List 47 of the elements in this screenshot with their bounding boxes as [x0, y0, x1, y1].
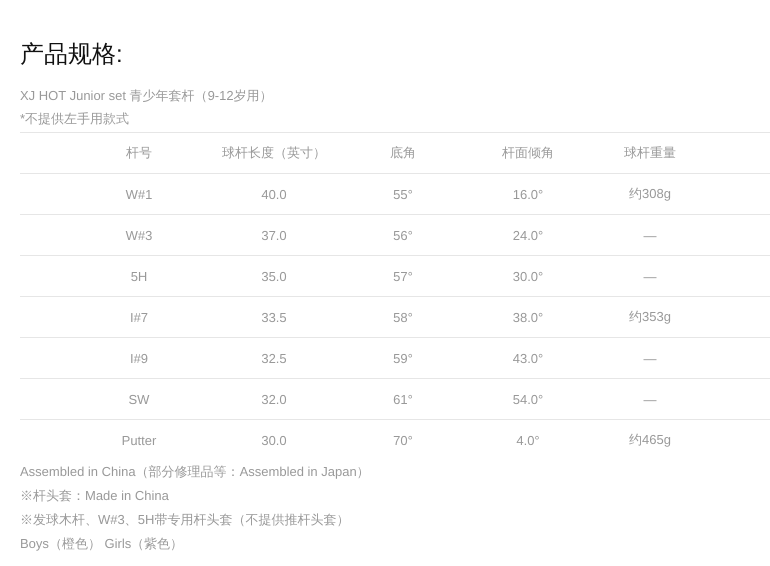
page-heading: 产品规格:	[20, 40, 124, 70]
table-cell: W#1	[126, 186, 152, 202]
table-cell: 61°	[393, 392, 413, 406]
table-cell: 37.0	[261, 228, 287, 242]
table-cell: 约465g	[629, 431, 671, 449]
note-text: Boys（橙色） Girls（紫色）	[20, 535, 184, 553]
note-text: ※杆头套：Made in China	[20, 487, 169, 505]
table-cell: —	[644, 392, 656, 406]
table-cell: Putter	[122, 432, 156, 448]
table-cell: 5H	[130, 268, 148, 284]
intro-text: XJ HOT Junior set 青少年套杆（9-12岁用）	[20, 87, 273, 105]
column-header: 球杆长度（英寸）	[222, 144, 326, 162]
table-cell: —	[644, 350, 656, 366]
table-cell: —	[644, 228, 656, 242]
table-cell: 70°	[393, 432, 413, 448]
table-cell: 57°	[393, 268, 413, 284]
intro-text: *不提供左手用款式	[20, 110, 130, 128]
table-cell: 30.0°	[512, 268, 544, 284]
table-cell: W#3	[126, 228, 152, 242]
table-cell: 56°	[393, 228, 413, 242]
table-cell: 约353g	[629, 308, 671, 326]
column-header: 杆号	[126, 144, 152, 162]
table-cell: 32.5	[261, 350, 287, 366]
table-cell: SW	[128, 392, 150, 406]
table-cell: 4.0°	[516, 432, 540, 448]
table-cell: 58°	[393, 310, 413, 324]
table-cell: 40.0	[261, 186, 287, 202]
table-cell: —	[644, 268, 656, 284]
table-cell: 24.0°	[512, 228, 544, 242]
table-cell: 16.0°	[512, 186, 544, 202]
table-cell: 35.0	[261, 268, 287, 284]
column-header: 杆面倾角	[502, 144, 554, 162]
note-text: ※发球木杆、W#3、5H带专用杆头套（不提供推杆头套）	[20, 511, 350, 529]
table-cell: 32.0	[261, 392, 287, 406]
column-header: 球杆重量	[624, 144, 676, 162]
table-cell: I#7	[130, 310, 148, 324]
table-cell: 38.0°	[512, 310, 544, 324]
table-cell: I#9	[130, 350, 148, 366]
table-cell: 54.0°	[512, 392, 544, 406]
table-cell: 43.0°	[512, 350, 544, 366]
column-header: 底角	[390, 144, 416, 162]
table-cell: 33.5	[261, 310, 287, 324]
table-cell: 59°	[393, 350, 413, 366]
table-cell: 55°	[393, 186, 413, 202]
table-cell: 30.0	[261, 432, 287, 448]
note-text: Assembled in China（部分修理品等：Assembled in Japan）	[20, 463, 370, 481]
table-cell: 约308g	[629, 185, 671, 203]
